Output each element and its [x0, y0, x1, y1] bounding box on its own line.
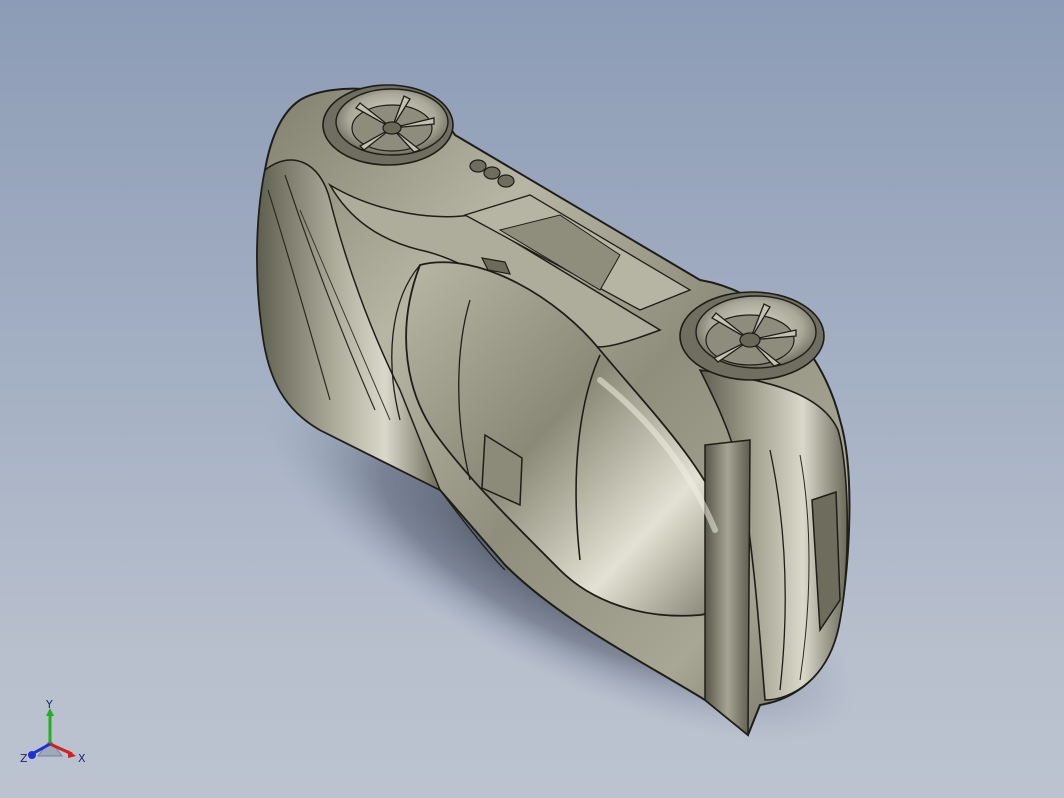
rear-wheel	[322, 84, 454, 166]
front-splitter	[704, 439, 751, 737]
front-wheel	[679, 291, 825, 381]
z-axis-head	[28, 751, 36, 759]
orientation-triad[interactable]: Y X Z	[14, 700, 94, 780]
triad-y-label: Y	[45, 700, 53, 711]
car-body-model[interactable]	[0, 0, 1064, 798]
triad-x-label: X	[78, 752, 86, 765]
triad-z-label: Z	[20, 752, 28, 765]
graphics-viewport[interactable]: Y X Z	[0, 0, 1064, 798]
x-axis-head	[68, 750, 76, 758]
